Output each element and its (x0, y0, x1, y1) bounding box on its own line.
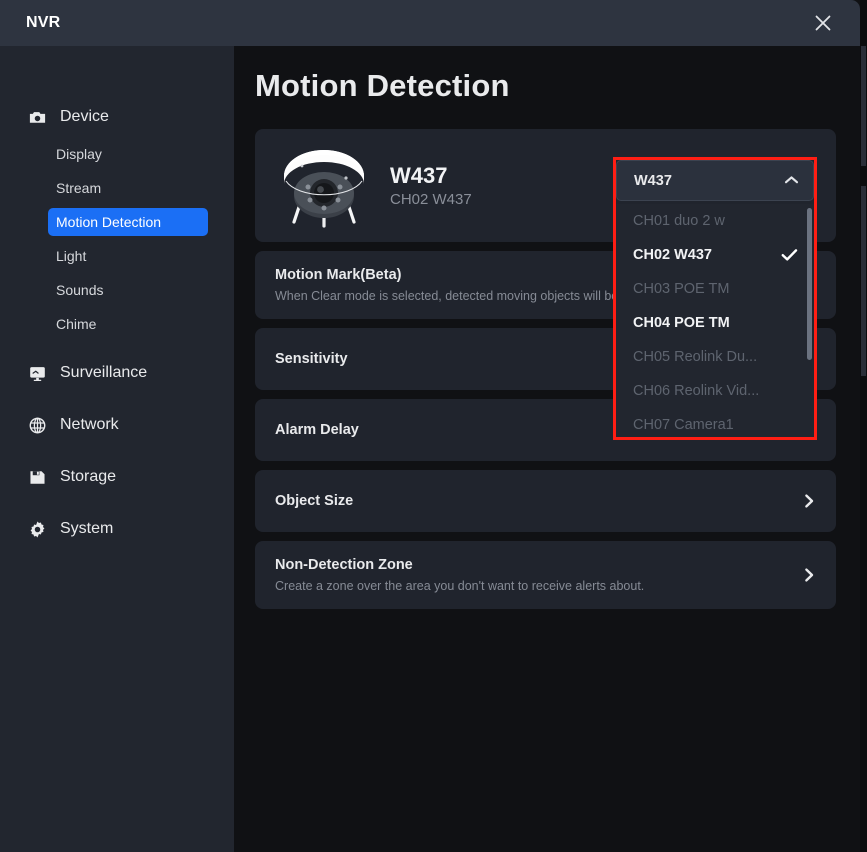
channel-option-ch04[interactable]: CH04 POE TM (616, 306, 814, 340)
sidebar-item-label: System (60, 520, 114, 537)
title-bar: NVR (0, 0, 860, 46)
sidebar-item-storage[interactable]: Storage (0, 460, 234, 494)
dome-camera-image (270, 140, 378, 232)
row-non-detection-zone[interactable]: Non-Detection Zone Create a zone over th… (255, 541, 836, 609)
gear-icon (26, 518, 48, 540)
app-title: NVR (26, 14, 61, 31)
globe-icon (26, 414, 48, 436)
camera-icon (26, 106, 48, 128)
device-channel: CH02 W437 (390, 191, 472, 209)
sidebar-item-stream[interactable]: Stream (48, 174, 208, 202)
monitor-icon (26, 362, 48, 384)
row-title: Object Size (275, 492, 354, 509)
row-description: When Clear mode is selected, detected mo… (275, 288, 633, 303)
sidebar: Device Display Stream Motion Detection L… (0, 46, 234, 852)
sidebar-item-label: Surveillance (60, 364, 148, 381)
chevron-right-icon[interactable] (803, 567, 816, 583)
channel-dropdown-selected: W437 (634, 172, 672, 189)
chevron-right-icon[interactable] (803, 493, 816, 509)
sidebar-item-surveillance[interactable]: Surveillance (0, 356, 234, 390)
background-scroll-sliver-mid (861, 186, 866, 376)
sidebar-item-label: Network (60, 416, 119, 433)
sidebar-item-device[interactable]: Device (0, 100, 234, 134)
sidebar-item-sounds[interactable]: Sounds (48, 276, 208, 304)
sidebar-item-display[interactable]: Display (48, 140, 208, 168)
channel-option-label: CH07 Camera1 (633, 417, 734, 433)
row-title: Non-Detection Zone (275, 556, 413, 573)
channel-option-label: CH05 Reolink Du... (633, 349, 758, 365)
channel-option-label: CH03 POE TM (633, 281, 730, 297)
sidebar-item-system[interactable]: System (0, 512, 234, 546)
channel-option-label: CH06 Reolink Vid... (633, 383, 760, 399)
channel-option-ch03[interactable]: CH03 POE TM (616, 272, 814, 306)
storage-icon (26, 466, 48, 488)
row-title: Sensitivity (275, 350, 348, 367)
sidebar-item-label: Storage (60, 468, 117, 485)
sidebar-item-motion-detection[interactable]: Motion Detection (48, 208, 208, 236)
device-name-block: W437 CH02 W437 (390, 163, 472, 208)
sidebar-item-network[interactable]: Network (0, 408, 234, 442)
channel-dropdown-list[interactable]: CH01 duo 2 w CH02 W437 CH03 POE TM CH04 … (616, 204, 814, 437)
channel-option-label: CH04 POE TM (633, 315, 730, 331)
channel-option-ch02[interactable]: CH02 W437 (616, 238, 814, 272)
device-name: W437 (390, 162, 448, 188)
row-object-size[interactable]: Object Size (255, 470, 836, 532)
channel-option-label: CH01 duo 2 w (633, 213, 725, 229)
row-title: Alarm Delay (275, 421, 359, 438)
dropdown-scrollbar[interactable] (807, 208, 812, 360)
close-icon[interactable] (810, 10, 836, 36)
chevron-up-icon[interactable] (784, 172, 799, 190)
check-icon (781, 248, 798, 262)
channel-option-ch05[interactable]: CH05 Reolink Du... (616, 340, 814, 374)
sidebar-item-label: Device (60, 108, 109, 125)
channel-option-label: CH02 W437 (633, 247, 712, 263)
sidebar-item-chime[interactable]: Chime (48, 310, 208, 338)
channel-dropdown: W437 CH01 duo 2 w CH02 W437 CH03 POE TM … (613, 157, 817, 440)
channel-dropdown-toggle[interactable]: W437 (616, 160, 814, 201)
sidebar-item-light[interactable]: Light (48, 242, 208, 270)
page-title: Motion Detection (255, 68, 510, 103)
channel-option-ch06[interactable]: CH06 Reolink Vid... (616, 374, 814, 408)
row-description: Create a zone over the area you don't wa… (275, 578, 645, 593)
channel-option-ch01[interactable]: CH01 duo 2 w (616, 204, 814, 238)
nvr-app-window: NVR Device Display Stream Motion Detecti… (0, 0, 867, 852)
channel-option-ch07[interactable]: CH07 Camera1 (616, 408, 814, 437)
row-title: Motion Mark(Beta) (275, 266, 402, 283)
background-scroll-sliver-top (861, 46, 866, 166)
